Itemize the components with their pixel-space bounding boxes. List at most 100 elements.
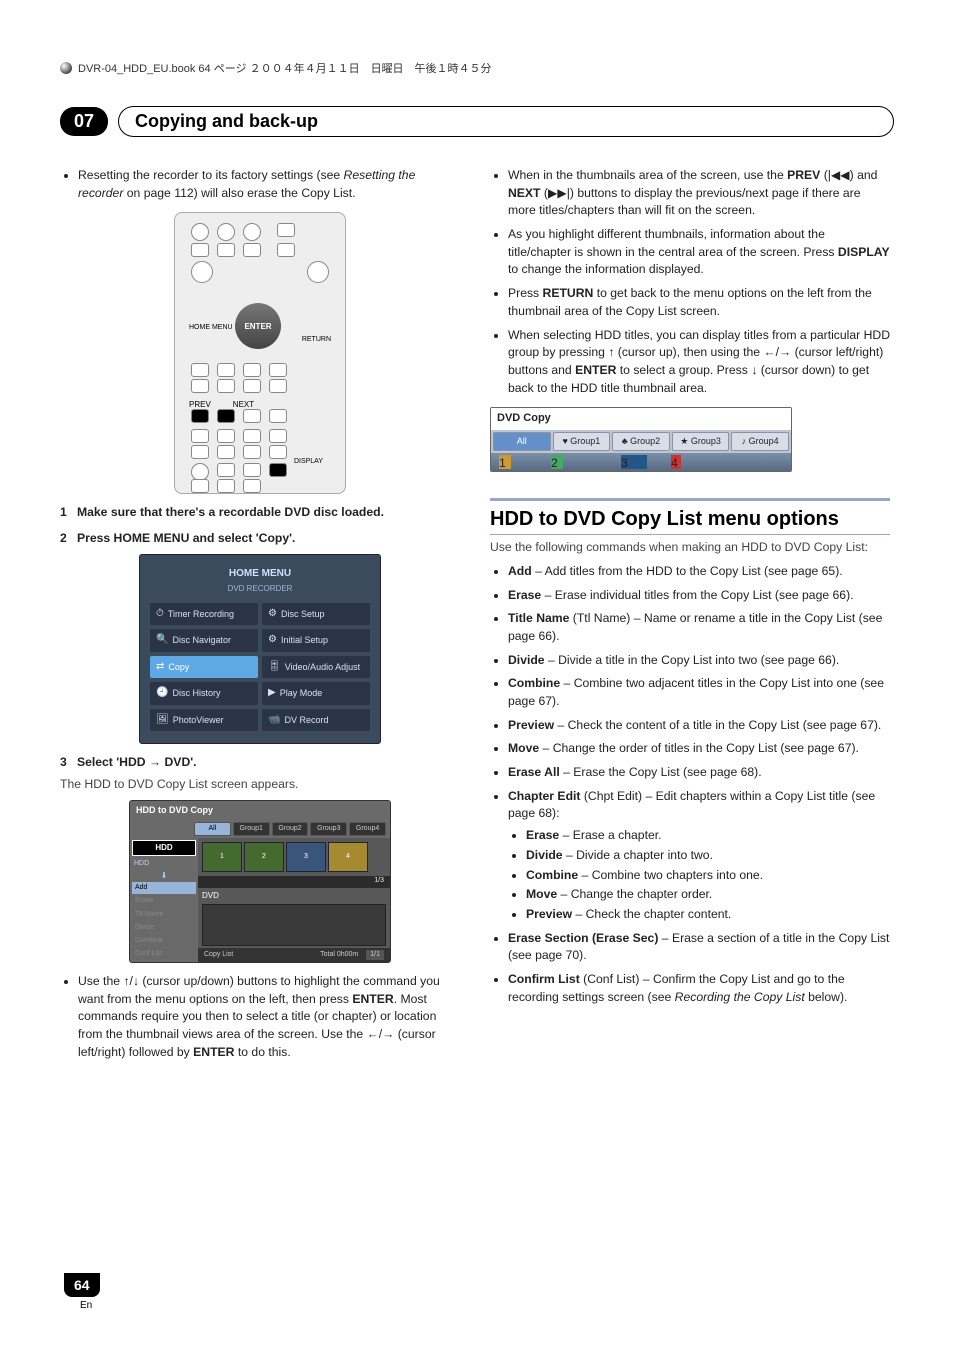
step-1: 1 Make sure that there's a recordable DV…	[60, 504, 460, 522]
hm-item-disc-navigator[interactable]: 🔍Disc Navigator	[150, 629, 258, 652]
dc-tab-group1[interactable]: ♥ Group1	[553, 432, 611, 451]
step-2: 2 Press HOME MENU and select 'Copy'.	[60, 530, 460, 548]
ce-erase: Erase – Erase a chapter.	[526, 827, 890, 845]
cl-tab-all[interactable]: All	[194, 822, 231, 836]
step3-body: The HDD to DVD Copy List screen appears.	[60, 776, 460, 794]
hm-label: Video/Audio Adjust	[285, 661, 360, 674]
home-menu-screenshot: HOME MENU DVD RECORDER ⏱Timer Recording …	[139, 554, 381, 745]
opt-confirm-list: Confirm List (Conf List) – Confirm the C…	[508, 971, 890, 1006]
page-language: En	[80, 1300, 92, 1311]
opt-title-name: Title Name (Ttl Name) – Name or rename a…	[508, 610, 890, 645]
hm-item-play-mode[interactable]: ▶Play Mode	[262, 682, 370, 705]
cl-thumb-1[interactable]: 1	[202, 842, 242, 872]
step1-title: Make sure that there's a recordable DVD …	[77, 505, 384, 519]
dvd-copy-title: DVD Copy	[491, 408, 791, 430]
hm-label: Disc History	[172, 687, 220, 700]
header-bullet	[60, 62, 72, 74]
dc-tab-label: Group1	[570, 436, 600, 446]
cl-opt-combine[interactable]: Combine	[132, 935, 196, 947]
cl-footer-right: 1/1	[366, 950, 384, 960]
opt-divide: Divide – Divide a title in the Copy List…	[508, 652, 890, 670]
ce-preview: Preview – Check the chapter content.	[526, 906, 890, 924]
hm-item-initial-setup[interactable]: ⚙Initial Setup	[262, 629, 370, 652]
cl-thumb-counter: 1/3	[198, 876, 390, 888]
opt-preview: Preview – Check the content of a title i…	[508, 717, 890, 735]
book-header: DVR-04_HDD_EU.book 64 ページ ２００４年４月１１日 日曜日…	[60, 60, 894, 76]
bullet-hdd-group: When selecting HDD titles, you can displ…	[508, 327, 890, 398]
hm-label: Disc Navigator	[172, 634, 231, 647]
chapter-number: 07	[60, 107, 108, 136]
hm-label: PhotoViewer	[173, 714, 224, 727]
dc-tab-group4[interactable]: ♪ Group4	[731, 432, 789, 451]
step2-title: Press HOME MENU and select 'Copy'.	[77, 531, 295, 545]
chapter-edit-sublist: Erase – Erase a chapter. Divide – Divide…	[508, 827, 890, 923]
cl-thumb-2[interactable]: 2	[244, 842, 284, 872]
dc-strip: 1 2 3 4	[491, 453, 791, 471]
step3-title: Select 'HDD → DVD'.	[77, 755, 197, 769]
dc-tab-group3[interactable]: ★ Group3	[672, 432, 730, 451]
hdd-sub: HDD	[132, 859, 196, 869]
dc-tab-group2[interactable]: ♣ Group2	[612, 432, 670, 451]
cl-opt-ttlname[interactable]: Ttl Name	[132, 909, 196, 921]
hm-label: Play Mode	[280, 687, 323, 700]
cl-opt-conflist[interactable]: Conf List	[132, 948, 196, 960]
cl-tab-group3[interactable]: Group3	[310, 822, 347, 836]
ce-combine: Combine – Combine two chapters into one.	[526, 867, 890, 885]
hdd-badge: HDD	[132, 840, 196, 856]
ce-divide: Divide – Divide a chapter into two.	[526, 847, 890, 865]
section-lead: Use the following commands when making a…	[490, 539, 890, 557]
reset-bullet-list: Resetting the recorder to its factory se…	[60, 167, 460, 202]
cl-thumb-3[interactable]: 3	[286, 842, 326, 872]
dc-tab-all[interactable]: All	[493, 432, 551, 451]
copy-list-screenshot: HDD to DVD Copy All Group1 Group2 Group3…	[129, 800, 391, 963]
cl-tab-group1[interactable]: Group1	[233, 822, 270, 836]
hm-item-dv-record[interactable]: 📹DV Record	[262, 709, 370, 732]
page-number: 64	[64, 1273, 100, 1297]
reset-bullet: Resetting the recorder to its factory se…	[78, 167, 460, 202]
bullet-prev-next: When in the thumbnails area of the scree…	[508, 167, 890, 220]
dvd-copy-screenshot: DVD Copy All ♥ Group1 ♣ Group2 ★ Group3 …	[490, 407, 792, 472]
cl-tab-group2[interactable]: Group2	[272, 822, 309, 836]
dc-tab-label: Group4	[749, 436, 779, 446]
opt-erase-all: Erase All – Erase the Copy List (see pag…	[508, 764, 890, 782]
hm-item-video-audio-adjust[interactable]: 🎚Video/Audio Adjust	[262, 656, 370, 679]
hm-item-disc-setup[interactable]: ⚙Disc Setup	[262, 603, 370, 626]
opt-erase-section: Erase Section (Erase Sec) – Erase a sect…	[508, 930, 890, 965]
copy-list-title-text: HDD to DVD Copy	[136, 805, 213, 815]
hm-item-copy[interactable]: ⇄Copy	[150, 656, 258, 679]
opt-add: Add – Add titles from the HDD to the Cop…	[508, 563, 890, 581]
opt-combine: Combine – Combine two adjacent titles in…	[508, 675, 890, 710]
home-menu-subtitle: DVD RECORDER	[150, 583, 370, 595]
dvd-badge: DVD	[202, 890, 242, 902]
opt-move: Move – Change the order of titles in the…	[508, 740, 890, 758]
step2-num: 2	[60, 531, 67, 545]
opt-erase: Erase – Erase individual titles from the…	[508, 587, 890, 605]
top-bullets: When in the thumbnails area of the scree…	[490, 167, 890, 397]
copy-list-title: HDD to DVD Copy	[130, 801, 390, 820]
use-bullet: Use the ↑/↓ (cursor up/down) buttons to …	[78, 973, 460, 1061]
hm-label: DV Record	[284, 714, 328, 727]
hm-item-disc-history[interactable]: 🕘Disc History	[150, 682, 258, 705]
hm-item-timer-recording[interactable]: ⏱Timer Recording	[150, 603, 258, 626]
step1-num: 1	[60, 505, 67, 519]
reset-text-a: Resetting the recorder to its factory se…	[78, 168, 344, 182]
cl-opt-erase[interactable]: Erase	[132, 895, 196, 907]
step3-num: 3	[60, 755, 67, 769]
dc-tab-label: Group2	[630, 436, 660, 446]
ce-move: Move – Change the chapter order.	[526, 886, 890, 904]
hm-item-photoviewer[interactable]: 🖼PhotoViewer	[150, 709, 258, 732]
section-title: HDD to DVD Copy List menu options	[490, 498, 890, 535]
home-menu-title: HOME MENU	[150, 567, 370, 582]
return-label: RETURN	[302, 335, 331, 345]
cl-opt-add[interactable]: Add	[132, 882, 196, 894]
cl-thumb-4[interactable]: 4	[328, 842, 368, 872]
options-list: Add – Add titles from the HDD to the Cop…	[490, 563, 890, 1006]
bullet-return: Press RETURN to get back to the menu opt…	[508, 285, 890, 320]
cl-tab-group4[interactable]: Group4	[349, 822, 386, 836]
use-bullet-list: Use the ↑/↓ (cursor up/down) buttons to …	[60, 973, 460, 1061]
reset-text-c: on page 112) will also erase the Copy Li…	[123, 186, 355, 200]
cl-opt-divide[interactable]: Divide	[132, 922, 196, 934]
cl-footer-left: Copy List	[204, 950, 233, 960]
cl-footer-total: Total 0h00m	[320, 950, 358, 960]
chapter-title: Copying and back-up	[135, 111, 318, 131]
